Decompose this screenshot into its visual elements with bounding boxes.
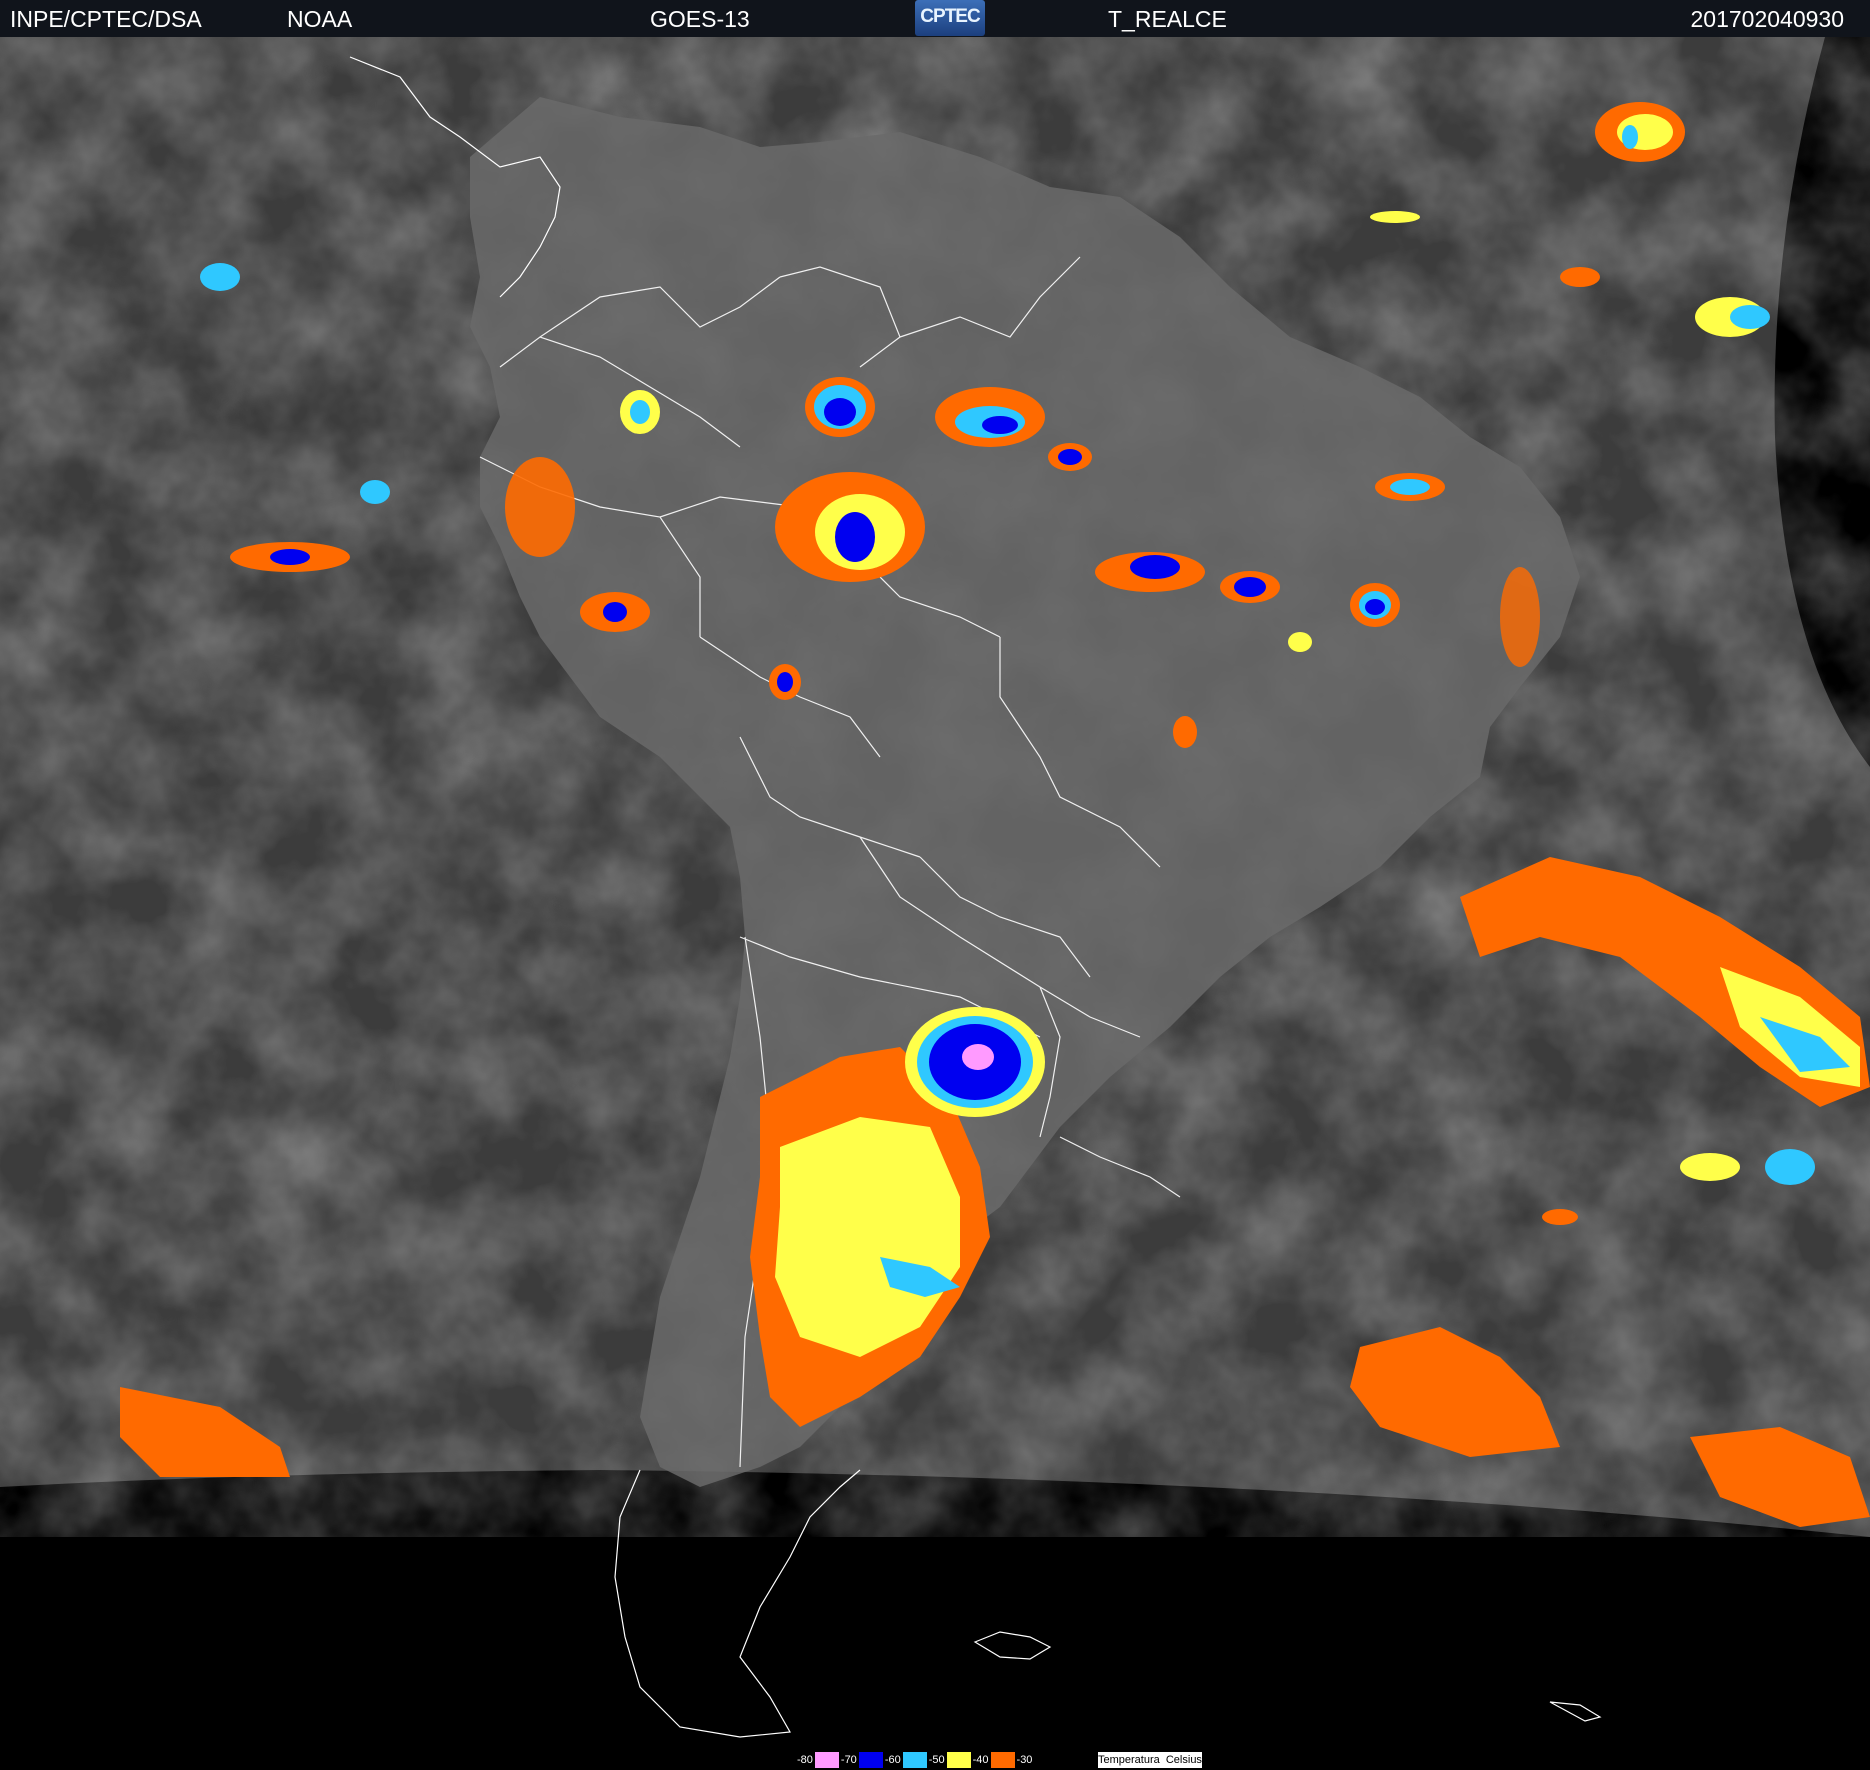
product-label: T_REALCE [1108, 6, 1227, 32]
satellite-image [0, 37, 1870, 1749]
header-bar: INPE/CPTEC/DSA NOAA GOES-13 CPTEC T_REAL… [0, 0, 1870, 37]
legend-color [858, 1752, 883, 1768]
legend-label: -40 [970, 1752, 991, 1768]
legend-item-60: -60 [882, 1752, 927, 1768]
temperature-legend: -80 -70 -60 -50 -40 -30 [795, 1752, 1035, 1768]
legend-label: -70 [838, 1752, 859, 1768]
legend-color [902, 1752, 927, 1768]
satellite-label: GOES-13 [650, 6, 750, 32]
agency-label: NOAA [287, 6, 353, 32]
legend-color [990, 1752, 1015, 1768]
legend-item-70: -70 [838, 1752, 883, 1768]
legend-color [946, 1752, 971, 1768]
legend-title: Temperatura Celsius [1098, 1752, 1202, 1768]
organization-label: INPE/CPTEC/DSA [10, 6, 202, 32]
legend-label: -30 [1014, 1752, 1035, 1768]
legend-item-50: -50 [926, 1752, 971, 1768]
legend-item-80: -80 [795, 1752, 839, 1768]
legend-item-40: -40 [970, 1752, 1015, 1768]
legend-color [814, 1752, 839, 1768]
legend-label: -60 [882, 1752, 903, 1768]
legend-label: -80 [795, 1752, 815, 1768]
timestamp-label: 201702040930 [1690, 6, 1845, 32]
satellite-image-svg [0, 37, 1870, 1749]
cptec-logo: CPTEC [915, 0, 985, 36]
legend-item-30: -30 [1014, 1752, 1035, 1768]
legend-label: -50 [926, 1752, 947, 1768]
